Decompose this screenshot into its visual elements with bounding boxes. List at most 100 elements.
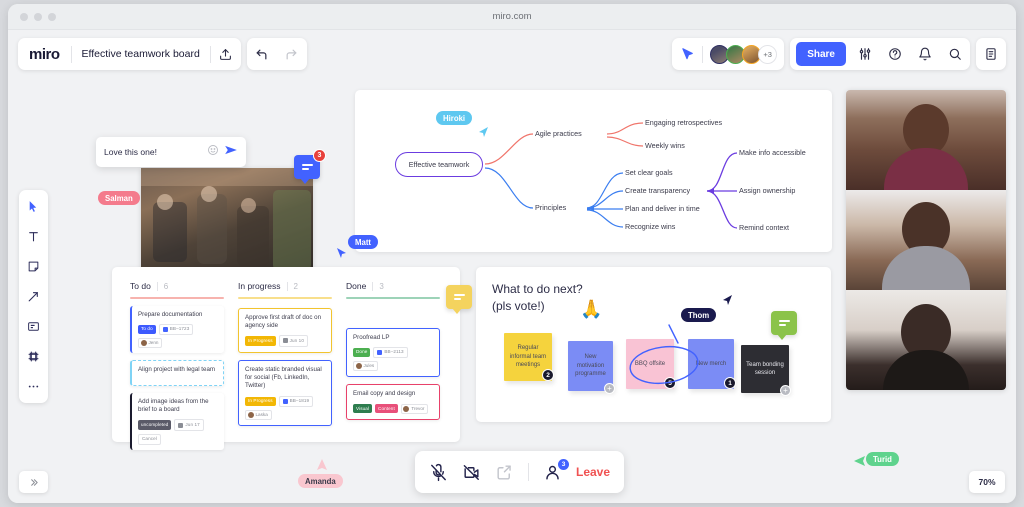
undo-icon[interactable]	[247, 38, 277, 70]
kanban-card[interactable]: Prepare documentation To do BB–1723 Jenn	[130, 305, 224, 354]
issue-id-chip[interactable]: BB–2113	[373, 346, 408, 359]
kanban-column-rule	[346, 297, 440, 299]
issue-icon	[377, 350, 383, 356]
status-chip[interactable]: Visual	[353, 404, 373, 414]
video-tile[interactable]	[846, 190, 1006, 290]
kanban-card[interactable]: Email copy and design Visual Content Trevor	[346, 384, 440, 420]
mindmap-frame[interactable]: Effective teamwork Agile practices Engag…	[355, 90, 832, 252]
miro-logo[interactable]: miro	[18, 46, 71, 63]
assignee-chip[interactable]: Trevor	[400, 403, 429, 414]
due-date-chip[interactable]: Jun 10	[278, 335, 308, 347]
kanban-card[interactable]: Add image ideas from the brief to a boar…	[130, 392, 224, 450]
kanban-column-rule	[130, 297, 224, 299]
kanban-frame[interactable]: To do 6 Prepare documentation To do BB–1723 J…	[112, 267, 460, 450]
mindmap-node[interactable]: Remind context	[739, 223, 789, 232]
status-chip[interactable]: uncompleted	[138, 420, 172, 430]
mindmap-node[interactable]: Create transparency	[625, 186, 690, 195]
issue-id-chip[interactable]: BB–1819	[278, 395, 314, 407]
voting-frame[interactable]: What to do next? (pls vote!) 🙏 Regular i…	[476, 267, 831, 422]
text-icon[interactable]	[23, 226, 44, 247]
mindmap-node[interactable]: Make info accessible	[739, 148, 806, 157]
kanban-card[interactable]: Align project with legal team	[130, 360, 224, 386]
video-call-panel[interactable]	[846, 90, 1006, 390]
search-icon[interactable]	[940, 38, 970, 70]
ellipsis-icon[interactable]	[23, 376, 44, 397]
collapse-panel-button[interactable]	[19, 471, 48, 493]
upload-icon[interactable]	[211, 38, 241, 70]
kanban-column-header: Done 3	[346, 281, 440, 291]
chat-input-bubble[interactable]: Love this one!	[96, 137, 246, 167]
collaborator-tag-thom: Thom	[681, 308, 717, 322]
vote-count-badge[interactable]: 1	[724, 377, 736, 389]
panel-icon[interactable]	[976, 38, 1006, 70]
screen-share-icon[interactable]	[495, 463, 514, 482]
avatar-overflow-count[interactable]: +3	[758, 44, 778, 64]
bell-icon[interactable]	[910, 38, 940, 70]
vote-count-badge[interactable]: 5	[664, 377, 676, 389]
status-chip[interactable]: To do	[138, 324, 156, 335]
avatar-group[interactable]: +3	[703, 44, 784, 64]
mindmap-node[interactable]: Assign ownership	[739, 186, 795, 195]
voting-title-line2: (pls vote!)	[492, 298, 545, 313]
emoji-icon[interactable]	[207, 143, 219, 161]
zoom-level-indicator[interactable]: 70%	[969, 471, 1005, 493]
status-chip[interactable]: In Progress	[245, 396, 276, 406]
issue-id-chip[interactable]: BB–1723	[158, 323, 194, 336]
video-tile[interactable]	[846, 90, 1006, 190]
collaborator-tag-salman: Salman	[98, 191, 140, 205]
board-title[interactable]: Effective teamwork board	[72, 48, 210, 60]
frame-icon[interactable]	[23, 346, 44, 367]
camera-off-icon[interactable]	[462, 463, 481, 482]
cursor-icon	[337, 248, 346, 258]
vote-count-badge[interactable]: 2	[542, 369, 554, 381]
comment-pin-kanban[interactable]	[446, 285, 472, 314]
kanban-column-title: Done	[346, 281, 367, 291]
redo-icon[interactable]	[277, 38, 307, 70]
kanban-card[interactable]: Proofread LP Done BB–2113 Jules	[346, 327, 440, 378]
assignee-chip[interactable]: Jenn	[138, 338, 163, 349]
status-chip[interactable]: In Progress	[245, 336, 276, 346]
cursor-icon[interactable]	[23, 196, 44, 217]
status-chip[interactable]: Content	[375, 404, 398, 414]
comment-pin-chat[interactable]: 3	[294, 149, 326, 184]
kanban-column-rule	[238, 297, 332, 299]
template-icon[interactable]	[23, 316, 44, 337]
status-chip[interactable]: Done	[353, 347, 371, 358]
kanban-card[interactable]: Approve first draft of doc on agency sid…	[238, 307, 332, 353]
sticky-note-icon[interactable]	[23, 256, 44, 277]
arrow-pen-icon[interactable]	[23, 286, 44, 307]
mindmap-node[interactable]: Engaging retrospectives	[645, 118, 722, 127]
mindmap-node[interactable]: Agile practices	[535, 129, 582, 138]
mindmap-node[interactable]: Set clear goals	[625, 168, 673, 177]
cursor-share-icon[interactable]	[672, 38, 702, 70]
kanban-card-chips: Done BB–2113 Jules	[353, 346, 433, 372]
comment-pin-voting[interactable]	[771, 311, 797, 340]
board-photo[interactable]	[141, 168, 313, 278]
add-vote-button[interactable]: +	[780, 385, 791, 396]
due-date-chip[interactable]: Jun 17	[174, 419, 204, 431]
mindmap-node[interactable]: Recognize wins	[625, 222, 675, 231]
mindmap-node[interactable]: Principles	[535, 203, 566, 212]
sliders-icon[interactable]	[850, 38, 880, 70]
mindmap-node[interactable]: Plan and deliver in time	[625, 204, 700, 213]
mic-muted-icon[interactable]	[429, 463, 448, 482]
kanban-column-todo: To do 6 Prepare documentation To do BB–1723 J…	[130, 281, 224, 450]
assignee-chip[interactable]: Jules	[353, 361, 379, 372]
board-canvas[interactable]: miro Effective teamwork board +3 Share L…	[8, 30, 1016, 503]
help-circle-icon[interactable]	[880, 38, 910, 70]
action-chip[interactable]: Cancel	[138, 433, 161, 445]
mindmap-node[interactable]: Weekly wins	[645, 141, 685, 150]
praying-hands-emoji: 🙏	[580, 299, 603, 319]
share-button[interactable]: Share	[796, 42, 846, 66]
add-vote-button[interactable]: +	[604, 383, 615, 394]
kanban-column-header: To do 6	[130, 281, 224, 291]
participants-icon[interactable]: 3	[543, 458, 569, 482]
kanban-card[interactable]: Create static branded visual for social …	[238, 359, 332, 426]
leave-button[interactable]: Leave	[576, 465, 610, 479]
send-icon[interactable]	[224, 143, 238, 162]
video-tile[interactable]	[846, 290, 1006, 390]
chat-message-text[interactable]: Love this one!	[104, 147, 202, 157]
assignee-chip[interactable]: Laska	[245, 409, 272, 420]
mindmap-root-node[interactable]: Effective teamwork	[395, 152, 483, 177]
collaborator-tag-matt: Matt	[348, 235, 379, 249]
